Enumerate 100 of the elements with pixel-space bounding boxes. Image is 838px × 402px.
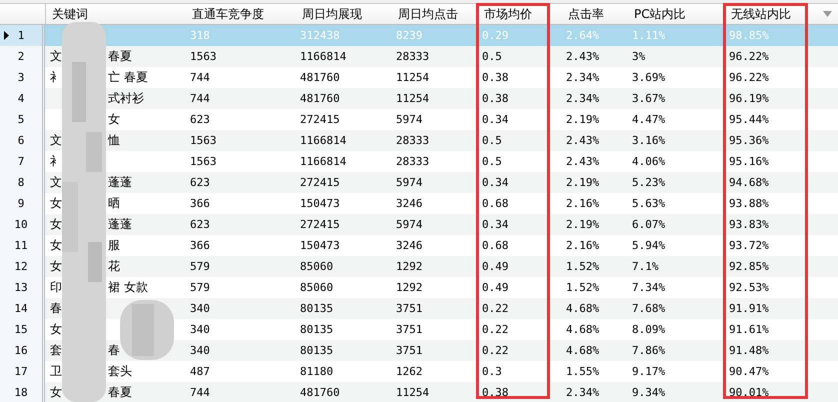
table-cell: 623 <box>190 176 210 189</box>
table-cell: 卫 <box>50 363 62 380</box>
row-header[interactable]: 18 <box>0 382 45 402</box>
table-cell: 3% <box>632 50 646 63</box>
row-header[interactable]: 10 <box>0 214 45 235</box>
row-number: 11 <box>14 239 28 252</box>
row-header[interactable]: 14 <box>0 298 45 319</box>
row-number: 17 <box>14 365 28 378</box>
column-header[interactable]: 直通车竞争度 <box>186 4 296 24</box>
column-header[interactable]: 关键词 <box>46 4 186 24</box>
row-header[interactable]: 1 <box>0 25 45 46</box>
table-cell: 95.36% <box>729 134 769 147</box>
table-cell: 11254 <box>396 386 430 399</box>
table-cell: 1563 <box>190 134 216 147</box>
table-cell: 7.34% <box>632 281 666 294</box>
table-cell: 春 <box>108 342 120 359</box>
column-header[interactable]: 市场均价 <box>478 4 562 24</box>
table-cell: 7.86% <box>632 344 666 357</box>
table-cell: 5.63% <box>632 197 666 210</box>
row-header[interactable]: 13 <box>0 277 45 298</box>
table-cell: 90.47% <box>729 365 769 378</box>
row-header[interactable]: 12 <box>0 256 45 277</box>
table-cell: 98.85% <box>729 29 769 42</box>
column-header[interactable]: 无线站内比 <box>725 4 820 24</box>
table-cell: 96.22% <box>729 50 769 63</box>
table-cell: 5974 <box>396 113 422 126</box>
table-cell: 印 <box>50 279 62 296</box>
table-cell: 80135 <box>300 323 334 336</box>
table-cell: 4.47% <box>632 113 666 126</box>
row-header[interactable]: 5 <box>0 109 45 130</box>
column-header[interactable]: 周日均展现 <box>296 4 392 24</box>
table-cell: 春夏 <box>108 48 132 65</box>
table-cell: 3246 <box>396 239 422 252</box>
table-cell: 2.64% <box>566 29 600 42</box>
row-header[interactable]: 9 <box>0 193 45 214</box>
row-header[interactable]: 8 <box>0 172 45 193</box>
row-header[interactable]: 15 <box>0 319 45 340</box>
table-cell: 4.68% <box>566 344 600 357</box>
row-header[interactable]: 17 <box>0 361 45 382</box>
table-cell: 28333 <box>396 134 430 147</box>
row-number: 18 <box>14 386 28 399</box>
row-pointer-icon <box>4 31 9 40</box>
table-cell: 1166814 <box>300 134 346 147</box>
table-cell: 裙 女款 <box>108 279 148 296</box>
table-cell: 90.01% <box>729 386 769 399</box>
table-cell: 2.16% <box>566 239 600 252</box>
table-cell: 150473 <box>300 239 340 252</box>
table-cell: 85060 <box>300 281 334 294</box>
table-cell: 蓬蓬 <box>108 216 132 233</box>
table-cell: 5.94% <box>632 239 666 252</box>
table-cell: 623 <box>190 218 210 231</box>
table-cell: 340 <box>190 302 210 315</box>
table-cell: 1.52% <box>566 281 600 294</box>
table-cell: 女 <box>108 111 120 128</box>
table-cell: 1.55% <box>566 365 600 378</box>
table-cell: 2.43% <box>566 155 600 168</box>
table-cell: 0.22 <box>482 344 508 357</box>
table-cell: 95.44% <box>729 113 769 126</box>
table-cell: 春夏 <box>108 384 132 401</box>
table-cell: 0.34 <box>482 218 508 231</box>
table-cell: 7.68% <box>632 302 666 315</box>
row-header[interactable]: 2 <box>0 46 45 67</box>
table-cell: 2.34% <box>566 92 600 105</box>
table-cell: 9.34% <box>632 386 666 399</box>
table-cell: 579 <box>190 281 210 294</box>
row-header[interactable]: 3 <box>0 67 45 88</box>
dropdown-icon[interactable] <box>823 11 832 17</box>
table-cell: 93.88% <box>729 197 769 210</box>
table-cell: 80135 <box>300 302 334 315</box>
table-cell: 93.72% <box>729 239 769 252</box>
row-header[interactable]: 7 <box>0 151 45 172</box>
table-cell: 文 <box>50 174 62 191</box>
table-cell: 服 <box>108 237 120 254</box>
table-cell: 女 <box>50 258 62 275</box>
table-cell: 92.85% <box>729 260 769 273</box>
table-cell: 2.43% <box>566 134 600 147</box>
table-cell: 晒 <box>108 195 120 212</box>
table-cell: 3751 <box>396 323 422 336</box>
row-header[interactable]: 6 <box>0 130 45 151</box>
column-header[interactable]: PC站内比 <box>628 4 725 24</box>
table-cell: 2.16% <box>566 197 600 210</box>
table-cell: 7.1% <box>632 260 658 273</box>
table-cell: 女 <box>50 321 62 338</box>
table-cell: 4.68% <box>566 302 600 315</box>
table-cell: 6.07% <box>632 218 666 231</box>
column-header[interactable]: 周日均点击 <box>392 4 478 24</box>
table-cell: 式衬衫 <box>108 90 144 107</box>
row-header[interactable]: 4 <box>0 88 45 109</box>
table-cell: 0.34 <box>482 113 508 126</box>
row-number: 5 <box>18 113 24 126</box>
table-cell: 80135 <box>300 344 334 357</box>
row-header[interactable]: 11 <box>0 235 45 256</box>
table-cell: 1.52% <box>566 260 600 273</box>
table-cell: 0.22 <box>482 323 508 336</box>
table-cell: 272415 <box>300 176 340 189</box>
row-header[interactable]: 16 <box>0 340 45 361</box>
table-cell: 8239 <box>396 29 422 42</box>
table-cell: 2.19% <box>566 176 600 189</box>
table-cell: 2.34% <box>566 71 600 84</box>
column-header[interactable]: 点击率 <box>562 4 628 24</box>
